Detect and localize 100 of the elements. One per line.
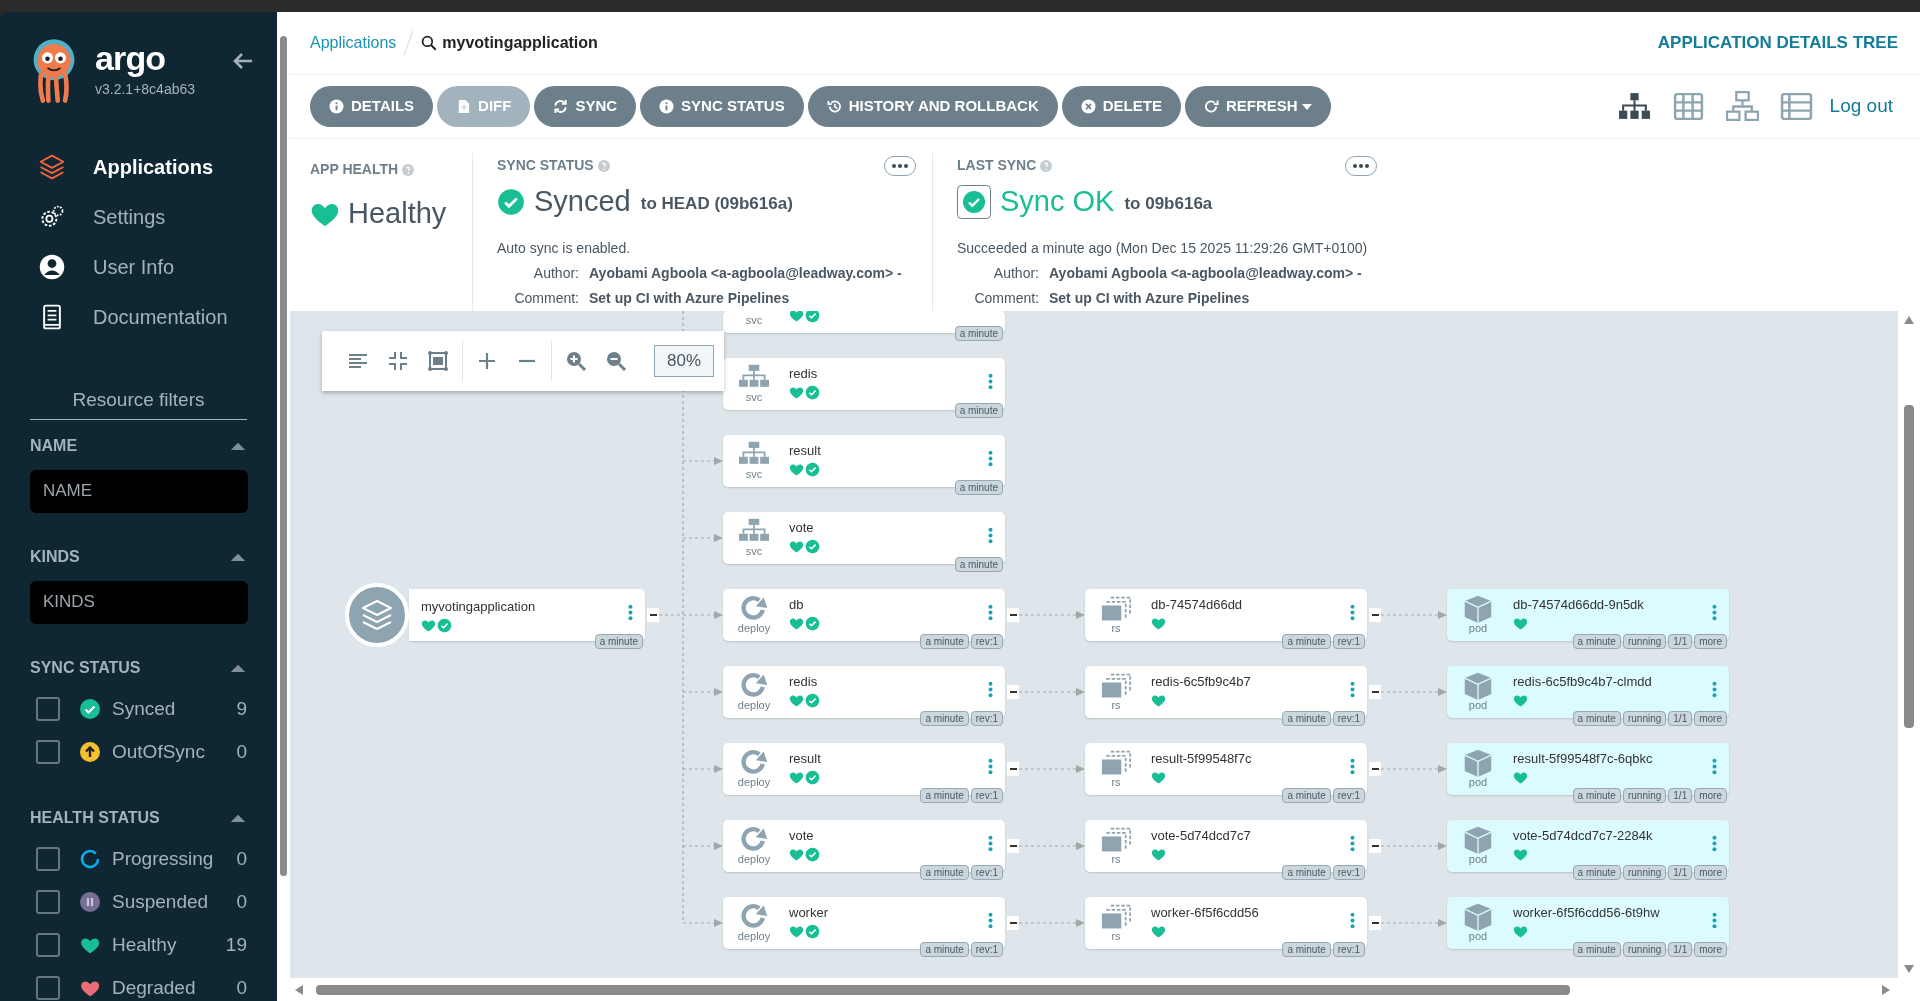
scrollbar[interactable] [277,12,290,1001]
checkbox[interactable] [36,976,60,1000]
collapse-toggle[interactable] [1369,916,1381,930]
scrollbar-thumb[interactable] [316,985,1570,995]
collapse-caret-icon[interactable] [229,551,247,562]
scrollbar-thumb[interactable] [280,36,287,876]
filter-count: 0 [236,975,247,1000]
kind-label: svc [745,469,763,480]
network-view-icon[interactable] [1725,91,1759,122]
more-options-icon[interactable] [988,449,993,468]
nav-item[interactable]: Applications [0,142,277,192]
outofsync-status-icon [80,742,100,762]
filter-option-label: Progressing [112,846,215,871]
more-options-icon[interactable] [1712,911,1717,930]
badge: running [1622,634,1667,649]
collapse-caret-icon[interactable] [229,812,247,823]
badge: running [1622,942,1667,957]
more-options-icon[interactable] [988,372,993,391]
scrollbar-thumb[interactable] [1904,405,1914,728]
toolbar-button[interactable]: HISTORY AND ROLLBACK [807,86,1058,127]
badge: rev:1 [1332,634,1365,649]
more-options-icon[interactable] [988,911,993,930]
badge: running [1622,711,1667,726]
field-value: Ayobami Agboola <a-agboola@leadway.com> - [589,263,902,283]
scroll-down-icon[interactable] [1904,965,1914,973]
badge: a minute [954,557,1003,572]
zoom-in-icon[interactable] [564,349,588,373]
more-options-icon[interactable] [1350,911,1355,930]
filter-option-label: Suspended [112,889,210,914]
node-name: redis [789,674,819,689]
breadcrumb-link[interactable]: Applications [310,31,397,55]
nav-item[interactable]: User Info [0,242,277,292]
pods-view-icon[interactable] [1671,91,1705,122]
compress-icon[interactable] [386,349,410,373]
nav-item[interactable]: Settings [0,192,277,242]
collapse-toggle[interactable] [1007,839,1019,853]
more-options-icon[interactable] [988,526,993,545]
badge: rev:1 [970,942,1003,957]
scroll-right-icon[interactable] [1882,985,1890,995]
kind-label: rs [1111,623,1121,634]
more-options-icon[interactable] [988,834,993,853]
toolbar-button[interactable]: DELETE [1061,86,1181,127]
connector-arrow [1380,765,1447,773]
more-options-icon[interactable] [1350,757,1355,776]
tree-view-icon[interactable] [1617,91,1651,122]
toolbar-button[interactable]: REFRESH [1184,86,1331,127]
more-options-icon[interactable] [988,603,993,622]
more-options-icon[interactable] [628,603,633,622]
checkbox[interactable] [36,697,60,721]
node-name: db-74574d66dd-9n5dk [1513,597,1644,612]
more-options-icon[interactable] [988,680,993,699]
checkbox[interactable] [36,933,60,957]
badge: more [1694,634,1727,649]
toolbar-button[interactable]: DETAILS [310,86,434,127]
collapse-toggle[interactable] [1369,608,1381,622]
more-options-icon[interactable] [1712,834,1717,853]
redo-icon [1203,99,1219,114]
zoom-out-icon[interactable] [604,349,628,373]
more-options-icon[interactable] [1350,680,1355,699]
collapse-toggle[interactable] [1007,762,1019,776]
collapse-toggle[interactable] [1007,685,1019,699]
collapse-toggle[interactable] [1369,685,1381,699]
field-label: Author: [992,263,1039,283]
scroll-left-icon[interactable] [295,985,303,995]
more-options-icon[interactable] [1345,155,1377,176]
kind-label: deploy [737,623,771,634]
more-options-icon[interactable] [1350,603,1355,622]
collapse-toggle[interactable] [1369,839,1381,853]
more-options-icon[interactable] [884,155,916,176]
collapse-toggle[interactable] [647,608,659,622]
scrollbar[interactable] [290,978,1920,1001]
more-options-icon[interactable] [988,757,993,776]
more-options-icon[interactable] [1350,834,1355,853]
nav-item[interactable]: Documentation [0,292,277,342]
collapse-toggle[interactable] [1007,916,1019,930]
kind-label: deploy [737,700,771,711]
logout-link[interactable]: Log out [1829,92,1893,121]
fit-screen-icon[interactable] [426,349,450,373]
collapse-caret-icon[interactable] [229,662,247,673]
filter-count: 0 [236,846,247,871]
collapse-toggle[interactable] [1369,762,1381,776]
more-options-icon[interactable] [1712,680,1717,699]
badge: more [1694,942,1727,957]
collapse-toggle[interactable] [1007,608,1019,622]
checkbox[interactable] [36,890,60,914]
scroll-up-icon[interactable] [1904,316,1914,324]
connector-arrow [1380,611,1447,619]
more-options-icon[interactable] [1712,603,1717,622]
list-view-icon[interactable] [1779,91,1813,122]
checkbox[interactable] [36,740,60,764]
synced-status-icon [80,699,100,719]
connector-arrow [682,688,723,696]
node-name: db-74574d66dd [1151,597,1243,612]
toolbar-button[interactable]: SYNC STATUS [640,86,804,127]
toolbar-button[interactable]: SYNC [534,86,637,127]
filter-input[interactable]: NAME [30,469,248,513]
filter-input[interactable]: KINDS [30,580,248,624]
checkbox[interactable] [36,847,60,871]
collapse-caret-icon[interactable] [229,440,247,451]
more-options-icon[interactable] [1712,757,1717,776]
